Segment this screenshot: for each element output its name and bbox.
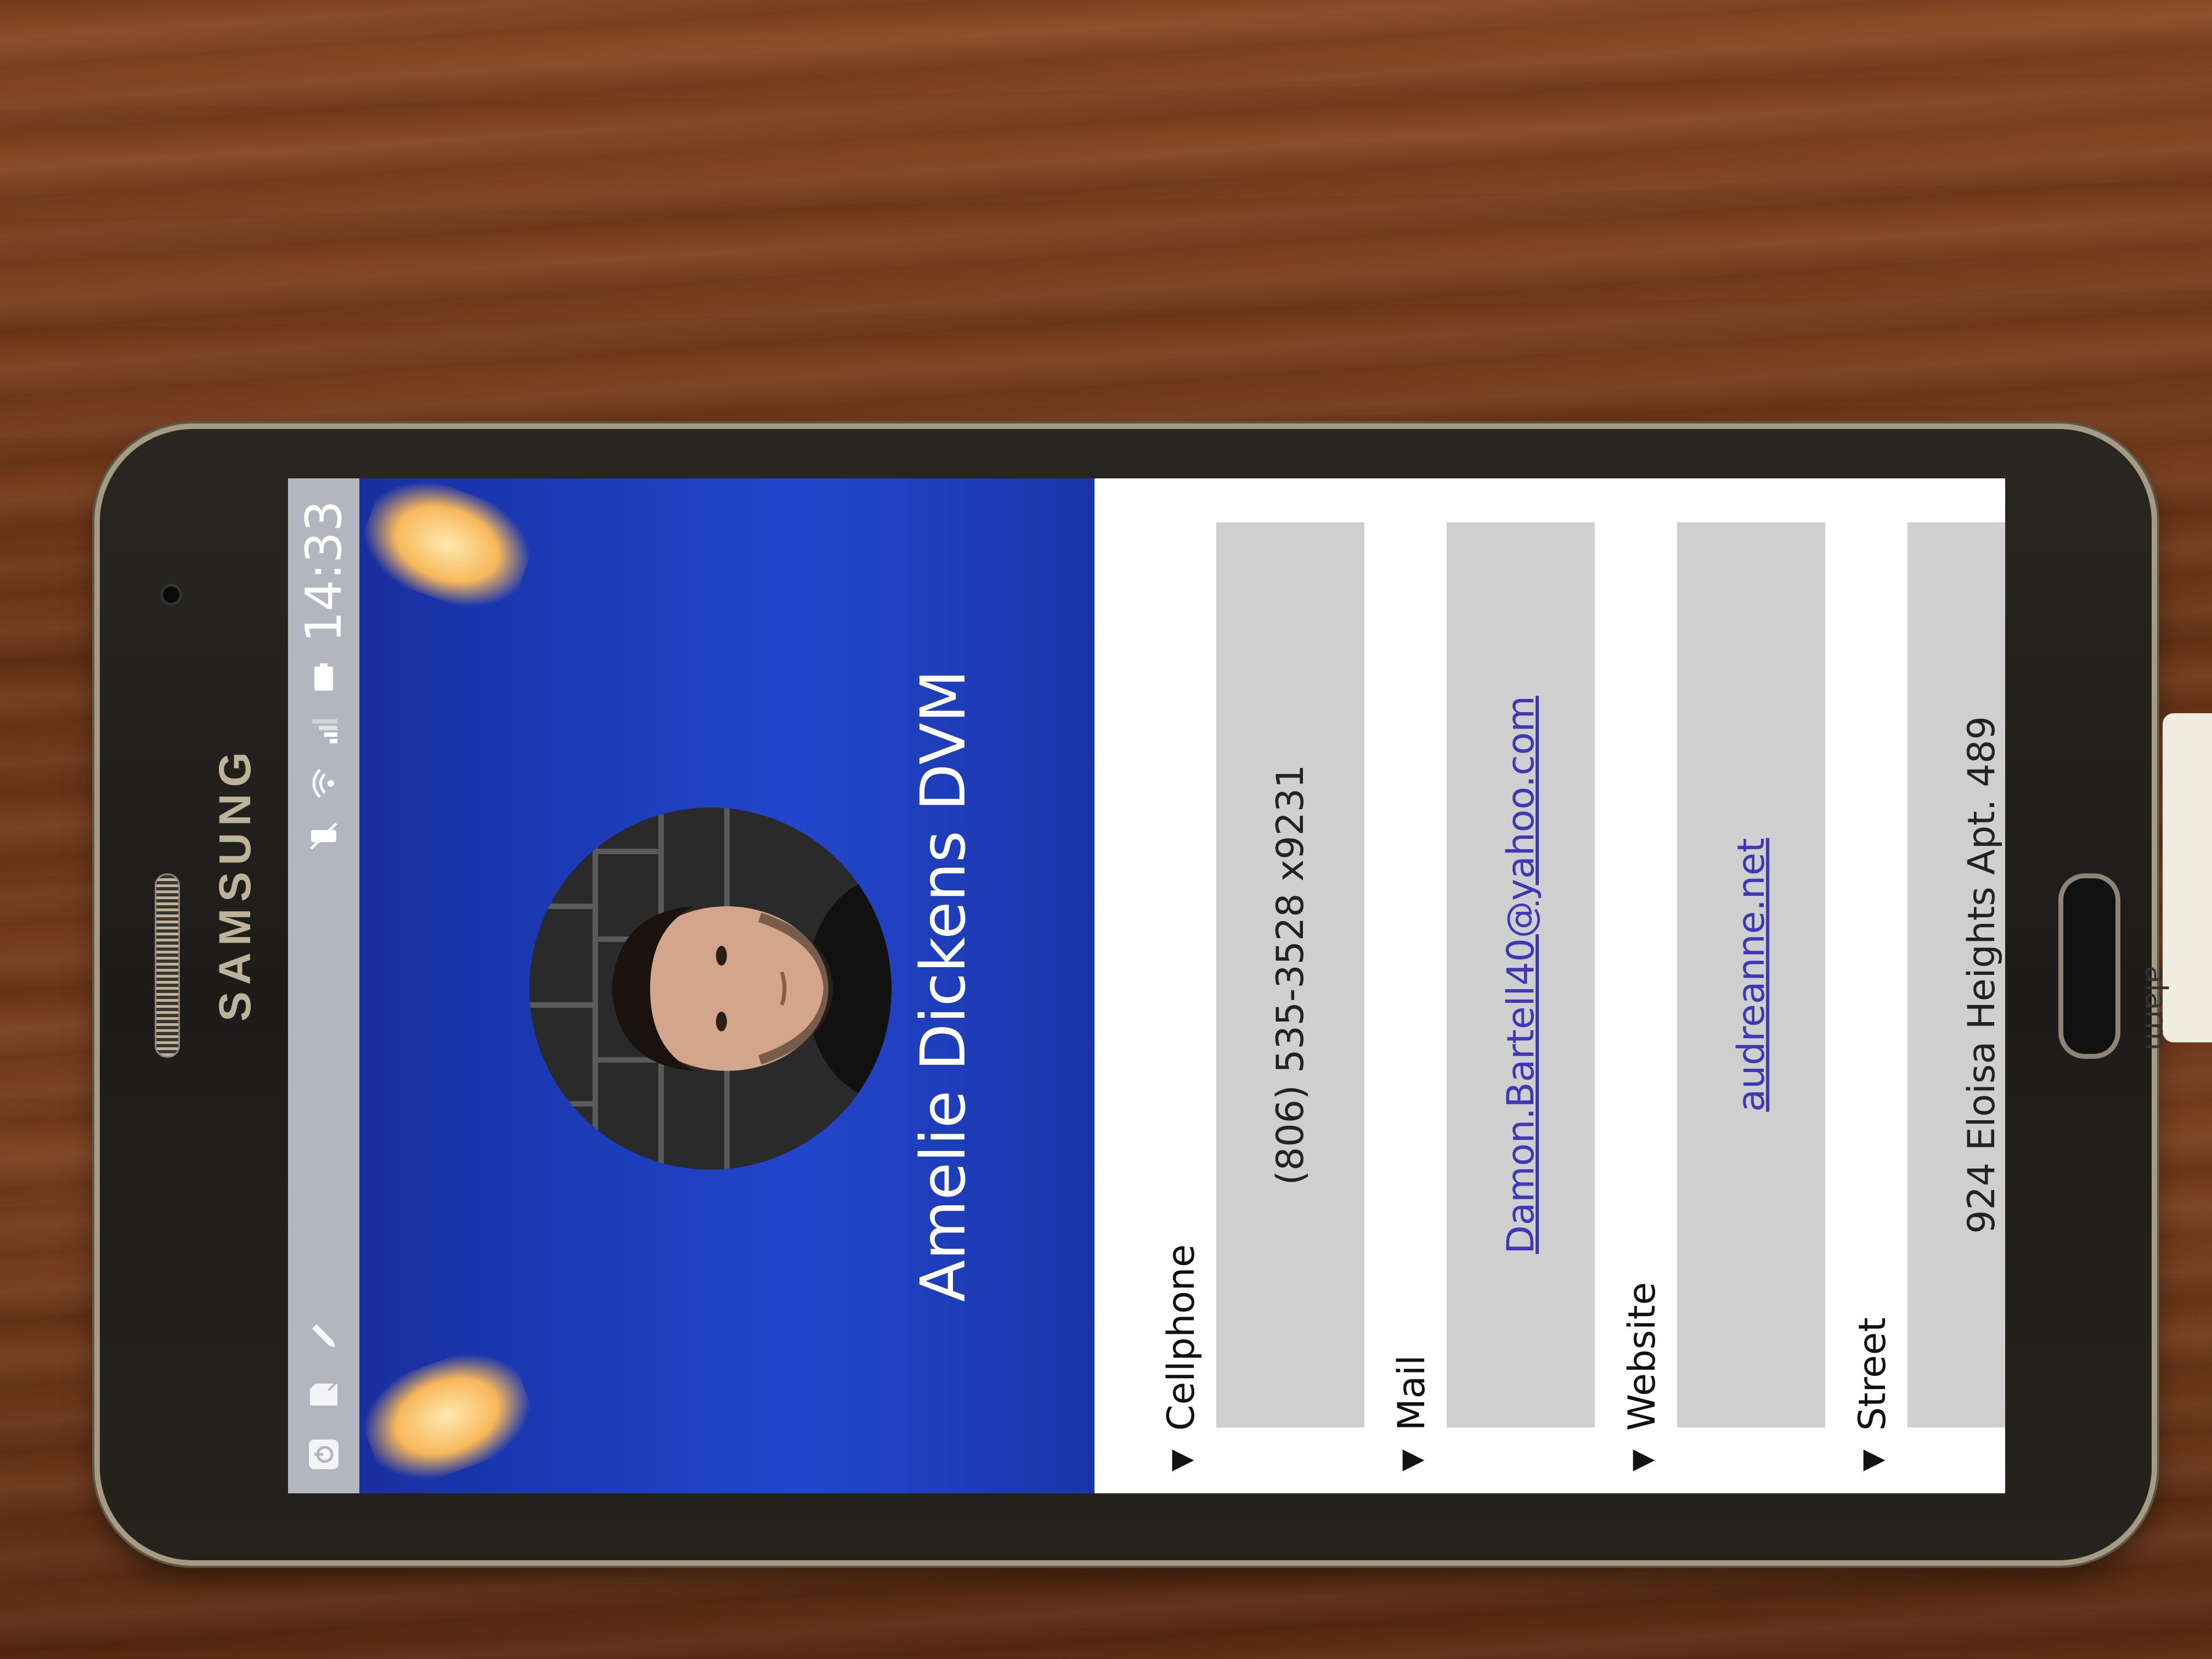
status-time: 14:33 [295, 500, 353, 643]
street-address: 924 Eloisa Heights Apt. 489 [1960, 716, 2004, 1234]
side-card-text: alarm [2139, 966, 2174, 1051]
field-label-text: Website [1620, 1282, 1664, 1431]
phone-screen: 14:33 Amelie Dickens DVM ▼ Cellphone (80… [288, 478, 2005, 1493]
brand-logo: SAMSUNG [210, 745, 260, 1022]
field-label[interactable]: ▼ Mail [1386, 522, 1437, 1471]
side-card: alarm [2139, 713, 2212, 1051]
profile-name: Amelie Dickens DVM [908, 669, 979, 1302]
power-icon[interactable] [307, 1437, 341, 1471]
collapse-triangle-icon[interactable]: ▼ [1165, 1449, 1198, 1471]
vibrate-icon [307, 819, 341, 853]
field-label-text: Mail [1390, 1355, 1434, 1431]
status-bar: 14:33 [288, 478, 359, 1493]
website-link[interactable]: audreanne.net [1730, 838, 1773, 1111]
field-value[interactable]: (806) 535-3528 x9231 [1216, 522, 1364, 1427]
profile-header: Amelie Dickens DVM [359, 478, 1094, 1493]
sim-card-icon [307, 1378, 341, 1412]
collapse-triangle-icon[interactable]: ▼ [1626, 1449, 1658, 1471]
field-website: ▼ Website audreanne.net [1617, 522, 1825, 1471]
battery-icon [307, 661, 341, 695]
field-street: ▼ Street 924 Eloisa Heights Apt. 489 [1847, 522, 2005, 1471]
home-button[interactable] [2058, 873, 2120, 1059]
signal-icon [307, 714, 341, 748]
field-label[interactable]: ▼ Cellphone [1156, 522, 1206, 1471]
field-value[interactable]: audreanne.net [1677, 522, 1825, 1427]
decorative-light [359, 1336, 544, 1493]
field-label[interactable]: ▼ Website [1617, 522, 1667, 1471]
phone-number[interactable]: (806) 535-3528 x9231 [1269, 765, 1312, 1186]
email-link[interactable]: Damon.Bartell40@yahoo.com [1499, 696, 1543, 1254]
earpiece-speaker [155, 873, 180, 1058]
wifi-icon [307, 766, 341, 800]
field-value[interactable]: Damon.Bartell40@yahoo.com [1447, 522, 1595, 1427]
avatar [529, 808, 891, 1170]
decorative-light [359, 478, 544, 624]
collapse-triangle-icon[interactable]: ▼ [1395, 1449, 1428, 1471]
field-label-text: Cellphone [1159, 1244, 1203, 1431]
app-view: 14:33 Amelie Dickens DVM ▼ Cellphone (80… [288, 478, 2005, 1493]
field-mail: ▼ Mail Damon.Bartell40@yahoo.com [1386, 522, 1595, 1471]
collapse-triangle-icon[interactable]: ▼ [1856, 1449, 1889, 1471]
pencil-icon [307, 1319, 341, 1353]
field-value[interactable]: 924 Eloisa Heights Apt. 489 [1908, 522, 2005, 1427]
field-label[interactable]: ▼ Street [1847, 522, 1898, 1471]
front-camera [160, 584, 182, 606]
contact-details: ▼ Cellphone (806) 535-3528 x9231 ▼ Mail Da… [1094, 478, 2005, 1493]
field-cellphone: ▼ Cellphone (806) 535-3528 x9231 [1156, 522, 1364, 1471]
field-label-text: Street [1850, 1317, 1894, 1431]
